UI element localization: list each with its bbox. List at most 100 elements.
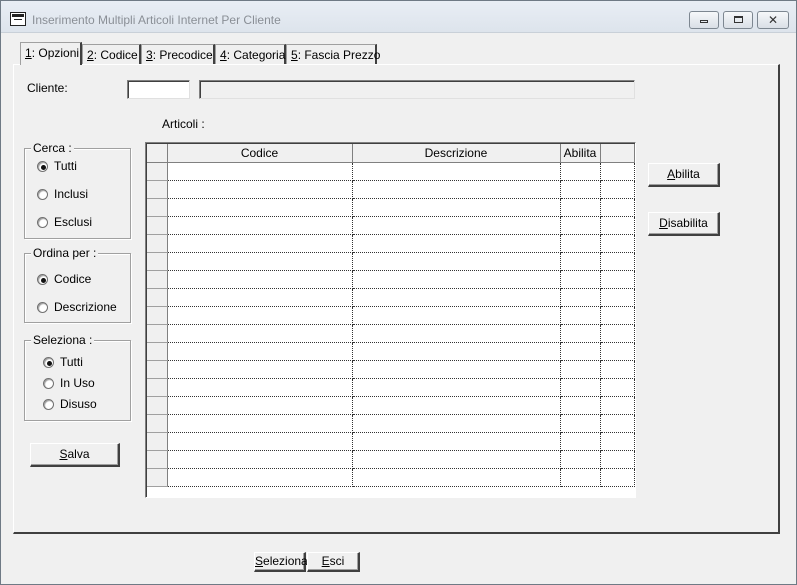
row-selector-cell[interactable] <box>147 180 168 199</box>
grid-cell[interactable] <box>352 270 561 289</box>
table-row[interactable] <box>147 162 635 181</box>
table-row[interactable] <box>147 180 635 199</box>
grid-cell[interactable] <box>560 342 601 361</box>
grid-cell[interactable] <box>167 216 353 235</box>
table-row[interactable] <box>147 468 635 487</box>
table-row[interactable] <box>147 342 635 361</box>
grid-cell[interactable] <box>167 198 353 217</box>
grid-cell[interactable] <box>600 432 635 451</box>
grid-cell[interactable] <box>167 432 353 451</box>
grid-cell[interactable] <box>167 180 353 199</box>
grid-cell[interactable] <box>352 180 561 199</box>
grid-cell[interactable] <box>167 342 353 361</box>
grid-cell[interactable] <box>600 306 635 325</box>
column-header-codice[interactable]: Codice <box>167 144 353 163</box>
grid-cell[interactable] <box>560 288 601 307</box>
row-selector-cell[interactable] <box>147 396 168 415</box>
table-row[interactable] <box>147 450 635 469</box>
close-button[interactable]: ✕ <box>757 11 789 29</box>
row-selector-cell[interactable] <box>147 162 168 181</box>
cliente-code-input[interactable] <box>127 80 190 99</box>
seleziona-tutti-radio[interactable]: Tutti <box>43 355 83 369</box>
row-selector-cell[interactable] <box>147 414 168 433</box>
grid-cell[interactable] <box>352 216 561 235</box>
table-row[interactable] <box>147 234 635 253</box>
grid-cell[interactable] <box>560 306 601 325</box>
table-row[interactable] <box>147 414 635 433</box>
grid-cell[interactable] <box>600 270 635 289</box>
grid-cell[interactable] <box>167 396 353 415</box>
grid-corner-cell[interactable] <box>147 144 168 163</box>
grid-cell[interactable] <box>167 306 353 325</box>
grid-cell[interactable] <box>600 450 635 469</box>
grid-cell[interactable] <box>600 360 635 379</box>
grid-cell[interactable] <box>167 162 353 181</box>
grid-cell[interactable] <box>167 468 353 487</box>
grid-cell[interactable] <box>167 360 353 379</box>
grid-cell[interactable] <box>352 432 561 451</box>
row-selector-cell[interactable] <box>147 288 168 307</box>
grid-cell[interactable] <box>600 378 635 397</box>
grid-cell[interactable] <box>352 414 561 433</box>
grid-cell[interactable] <box>560 378 601 397</box>
grid-cell[interactable] <box>560 396 601 415</box>
row-selector-cell[interactable] <box>147 468 168 487</box>
grid-cell[interactable] <box>600 234 635 253</box>
ordina-codice-radio[interactable]: Codice <box>37 272 91 286</box>
grid-cell[interactable] <box>560 252 601 271</box>
salva-button[interactable]: Salva <box>30 443 120 467</box>
disabilita-button[interactable]: Disabilita <box>648 212 720 236</box>
table-row[interactable] <box>147 360 635 379</box>
row-selector-cell[interactable] <box>147 252 168 271</box>
grid-cell[interactable] <box>560 468 601 487</box>
column-header-extra[interactable] <box>600 144 635 163</box>
row-selector-cell[interactable] <box>147 270 168 289</box>
grid-cell[interactable] <box>352 378 561 397</box>
grid-cell[interactable] <box>560 414 601 433</box>
grid-cell[interactable] <box>600 180 635 199</box>
grid-cell[interactable] <box>600 252 635 271</box>
grid-cell[interactable] <box>560 324 601 343</box>
grid-cell[interactable] <box>560 180 601 199</box>
maximize-button[interactable] <box>723 11 753 29</box>
table-row[interactable] <box>147 324 635 343</box>
row-selector-cell[interactable] <box>147 234 168 253</box>
grid-cell[interactable] <box>167 270 353 289</box>
cerca-esclusi-radio[interactable]: Esclusi <box>37 215 92 229</box>
tab-opzioni[interactable]: 1: Opzioni <box>20 42 82 65</box>
row-selector-cell[interactable] <box>147 306 168 325</box>
column-header-descrizione[interactable]: Descrizione <box>352 144 561 163</box>
row-selector-cell[interactable] <box>147 450 168 469</box>
table-row[interactable] <box>147 396 635 415</box>
table-row[interactable] <box>147 270 635 289</box>
grid-cell[interactable] <box>600 198 635 217</box>
grid-cell[interactable] <box>352 288 561 307</box>
grid-cell[interactable] <box>352 396 561 415</box>
grid-cell[interactable] <box>167 252 353 271</box>
grid-cell[interactable] <box>352 342 561 361</box>
grid-cell[interactable] <box>352 450 561 469</box>
grid-cell[interactable] <box>167 414 353 433</box>
row-selector-cell[interactable] <box>147 342 168 361</box>
grid-cell[interactable] <box>560 270 601 289</box>
grid-cell[interactable] <box>600 414 635 433</box>
grid-cell[interactable] <box>600 342 635 361</box>
grid-cell[interactable] <box>352 360 561 379</box>
grid-cell[interactable] <box>600 216 635 235</box>
seleziona-button[interactable]: Seleziona <box>254 552 308 572</box>
cerca-tutti-radio[interactable]: Tutti <box>37 159 77 173</box>
cerca-inclusi-radio[interactable]: Inclusi <box>37 187 88 201</box>
grid-cell[interactable] <box>352 252 561 271</box>
tab-codice[interactable]: 2: Codice <box>82 44 141 64</box>
table-row[interactable] <box>147 306 635 325</box>
table-row[interactable] <box>147 288 635 307</box>
grid-cell[interactable] <box>352 324 561 343</box>
seleziona-in-uso-radio[interactable]: In Uso <box>43 376 95 390</box>
grid-cell[interactable] <box>167 234 353 253</box>
table-row[interactable] <box>147 198 635 217</box>
grid-cell[interactable] <box>600 324 635 343</box>
grid-cell[interactable] <box>560 162 601 181</box>
row-selector-cell[interactable] <box>147 216 168 235</box>
grid-cell[interactable] <box>167 450 353 469</box>
grid-cell[interactable] <box>600 468 635 487</box>
